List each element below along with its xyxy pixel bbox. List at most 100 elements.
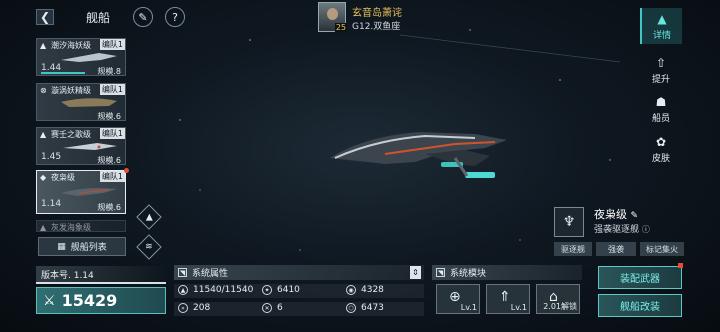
attr-defense: ◉ 4328 bbox=[346, 285, 384, 295]
ship-subtitle[interactable]: 强袭驱逐舰 ⓘ bbox=[594, 222, 650, 235]
fleet-filter-button[interactable]: ≋ bbox=[136, 234, 162, 260]
ship-class-icon: ⊗ bbox=[40, 86, 47, 95]
ship-model bbox=[330, 132, 507, 178]
version-bar bbox=[36, 282, 166, 284]
module-slot-1[interactable]: ⊕ Lv.1 bbox=[436, 284, 480, 314]
edit-pen-button[interactable]: ✎ bbox=[133, 7, 153, 27]
attr-crit-value: 6 bbox=[277, 303, 283, 313]
nav-upgrade[interactable]: ⇧ 提升 bbox=[640, 52, 682, 88]
ship-card-progress bbox=[41, 72, 85, 74]
fleet-list-button[interactable]: ▦ 舰船列表 bbox=[38, 237, 126, 256]
attr-attack-value: 6410 bbox=[277, 285, 300, 295]
ship-type-icon: ▲ bbox=[145, 211, 153, 222]
modify-ship-button[interactable]: 舰船改装 bbox=[598, 294, 682, 317]
fleet-tag: 编队1 bbox=[99, 84, 125, 95]
attr-speed-value: 208 bbox=[193, 303, 211, 313]
ship-card-scale: 规模.6 bbox=[97, 112, 121, 121]
avatar[interactable]: 25 bbox=[318, 2, 347, 32]
ship-detail-icon: ▲ bbox=[657, 11, 667, 26]
module-level: Lv.1 bbox=[510, 303, 527, 312]
ship-card-number: 1.45 bbox=[41, 152, 62, 162]
nav-crew-label: 船员 bbox=[651, 113, 670, 124]
nav-detail-label: 详情 bbox=[652, 30, 671, 41]
ship-type-filter-button[interactable]: ▲ bbox=[136, 204, 162, 230]
nav-upgrade-label: 提升 bbox=[651, 74, 670, 85]
attr-crit: ✕ 6 bbox=[262, 303, 283, 313]
engine-module-icon: ⇑ bbox=[499, 289, 511, 305]
modules-title: 系统模块 bbox=[450, 269, 487, 279]
fleet-icon: ≋ bbox=[145, 241, 153, 252]
ship-card-5[interactable]: ▲ 灰发海象级 bbox=[36, 220, 126, 232]
upgrade-icon: ⇧ bbox=[655, 55, 667, 70]
module-slot-2[interactable]: ⇑ Lv.1 bbox=[486, 284, 530, 314]
attr-defense-value: 4328 bbox=[361, 285, 384, 295]
fleet-list-label: 舰船列表 bbox=[70, 243, 107, 253]
ship-thumbnail bbox=[63, 143, 117, 150]
modules-icon: ◥ bbox=[436, 268, 445, 277]
version-label: 版本号. 1.14 bbox=[36, 266, 166, 282]
ship-card-name: 灰发海象级 bbox=[51, 223, 91, 232]
ship-card-4-selected[interactable]: ◆ 夜枭级 编队1 1.14 规模.6 bbox=[36, 170, 126, 214]
attr-speed: » 208 bbox=[178, 303, 210, 313]
player-level: 25 bbox=[334, 23, 347, 32]
nav-skin[interactable]: ✿ 皮肤 bbox=[640, 131, 682, 167]
equip-weapon-button[interactable]: 装配武器 bbox=[598, 266, 682, 289]
defense-icon: ◉ bbox=[346, 285, 356, 295]
power-display: ⚔ 15429 bbox=[36, 287, 166, 314]
module-slot-3-locked[interactable]: ⌂ 2.01解锁 bbox=[536, 284, 580, 314]
player-name: 玄音岛萧诧 bbox=[352, 8, 402, 19]
attr-hull: ▲ 11540/11540 bbox=[178, 285, 253, 295]
hull-icon: ▲ bbox=[178, 285, 188, 295]
ship-card-scale: 规模.8 bbox=[97, 67, 121, 76]
attr-shield: ⬡ 6473 bbox=[346, 303, 384, 313]
ship-class-icon: ▲ bbox=[40, 41, 47, 50]
fleet-tag: 编队1 bbox=[99, 171, 125, 182]
nav-crew[interactable]: ☗ 船员 bbox=[640, 91, 682, 127]
module-level: Lv.1 bbox=[460, 303, 477, 312]
grid-icon: ▦ bbox=[57, 241, 66, 252]
destroyer-icon: ♆ bbox=[562, 214, 576, 230]
player-server: G12.双鱼座 bbox=[352, 22, 401, 32]
attributes-title: 系统属性 bbox=[192, 269, 229, 279]
ship-name[interactable]: 夜枭级 ✎ bbox=[594, 206, 638, 222]
ship-class-icon: ▲ bbox=[40, 223, 47, 232]
nav-skin-label: 皮肤 bbox=[651, 153, 670, 164]
attr-shield-value: 6473 bbox=[361, 303, 384, 313]
info-icon: ⓘ bbox=[641, 225, 650, 234]
shield-icon: ⬡ bbox=[346, 303, 356, 313]
attributes-icon: ◥ bbox=[178, 268, 187, 277]
crew-icon: ☗ bbox=[655, 94, 667, 109]
attr-hull-value: 11540/11540 bbox=[193, 285, 254, 295]
edit-pen-icon: ✎ bbox=[630, 211, 639, 221]
power-value: 15429 bbox=[61, 291, 118, 310]
ship-thumbnail bbox=[61, 53, 117, 62]
fleet-tag: 编队1 bbox=[99, 128, 125, 139]
sort-toggle[interactable]: ⇕ bbox=[410, 266, 421, 279]
modules-header: ◥ 系统模块 bbox=[432, 265, 582, 280]
tag-destroyer: 驱逐舰 bbox=[554, 242, 592, 256]
ship-card-2[interactable]: ⊗ 漩涡妖精级 编队1 规模.6 bbox=[36, 83, 126, 121]
sort-icon: ⇕ bbox=[412, 268, 419, 277]
ship-class-badge: ♆ bbox=[554, 207, 584, 237]
ship-thumbnail bbox=[61, 98, 117, 107]
ship-card-scale: 规模.6 bbox=[97, 203, 121, 212]
ship-card-3[interactable]: ▲ 赛壬之歌级 编队1 1.45 规模.6 bbox=[36, 127, 126, 165]
back-button[interactable]: ❮ bbox=[36, 9, 54, 25]
edit-pen-icon: ✎ bbox=[138, 10, 148, 24]
skin-icon: ✿ bbox=[655, 134, 667, 149]
speed-icon: » bbox=[178, 303, 188, 313]
ship-class-icon: ◆ bbox=[40, 173, 47, 182]
nav-detail[interactable]: ▲ 详情 bbox=[640, 8, 682, 44]
attributes-header: ◥ 系统属性 bbox=[174, 265, 424, 280]
ship-card-scale: 规模.6 bbox=[97, 156, 121, 165]
fleet-tag: 编队1 bbox=[99, 39, 125, 50]
tag-mark-focus: 标记集火 bbox=[640, 242, 684, 256]
ship-card-1[interactable]: ▲ 潮汐海妖级 编队1 1.44 规模.8 bbox=[36, 38, 126, 76]
targeting-module-icon: ⊕ bbox=[449, 289, 461, 305]
ship-alert-dot bbox=[124, 168, 129, 173]
crossed-swords-icon: ⚔ bbox=[43, 292, 56, 309]
ship-class-icon: ▲ bbox=[40, 130, 47, 139]
help-button[interactable]: ? bbox=[165, 7, 185, 27]
ship-thumbnail bbox=[61, 188, 117, 196]
module-unlock-label: 2.01解锁 bbox=[543, 302, 577, 311]
